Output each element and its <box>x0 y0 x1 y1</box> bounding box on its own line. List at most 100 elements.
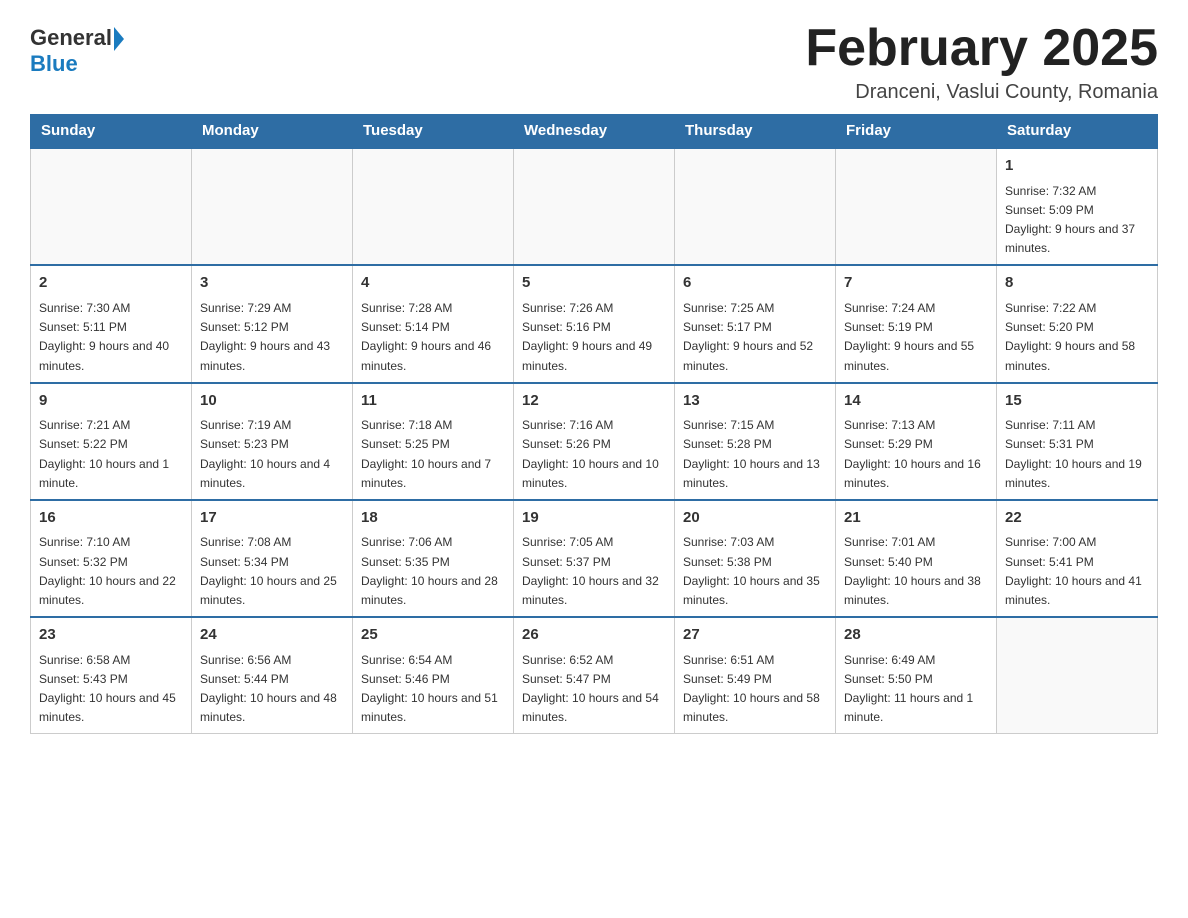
day-info: Sunrise: 7:26 AMSunset: 5:16 PMDaylight:… <box>522 299 666 376</box>
calendar-cell <box>192 148 353 265</box>
calendar-cell: 20 Sunrise: 7:03 AMSunset: 5:38 PMDayligh… <box>675 500 836 617</box>
day-info: Sunrise: 7:08 AMSunset: 5:34 PMDaylight:… <box>200 533 344 610</box>
title-block: February 2025 Dranceni, Vaslui County, R… <box>805 20 1158 104</box>
day-number: 27 <box>683 624 827 647</box>
calendar-cell: 18 Sunrise: 7:06 AMSunset: 5:35 PMDayligh… <box>353 500 514 617</box>
day-header-saturday: Saturday <box>997 114 1158 148</box>
day-number: 17 <box>200 507 344 530</box>
day-number: 4 <box>361 272 505 295</box>
day-info: Sunrise: 7:32 AMSunset: 5:09 PMDaylight:… <box>1005 182 1149 259</box>
logo: General Blue <box>30 20 124 77</box>
calendar-cell: 25 Sunrise: 6:54 AMSunset: 5:46 PMDayligh… <box>353 617 514 734</box>
calendar-cell: 8Sunrise: 7:22 AMSunset: 5:20 PMDaylight… <box>997 265 1158 382</box>
day-info: Sunrise: 7:18 AMSunset: 5:25 PMDaylight:… <box>361 416 505 493</box>
calendar-cell: 1 Sunrise: 7:32 AMSunset: 5:09 PMDaylight… <box>997 148 1158 265</box>
day-number: 16 <box>39 507 183 530</box>
day-number: 28 <box>844 624 988 647</box>
calendar-cell <box>353 148 514 265</box>
day-info: Sunrise: 7:00 AMSunset: 5:41 PMDaylight:… <box>1005 533 1149 610</box>
calendar-table: SundayMondayTuesdayWednesdayThursdayFrid… <box>30 114 1158 734</box>
calendar-cell: 11 Sunrise: 7:18 AMSunset: 5:25 PMDayligh… <box>353 383 514 500</box>
calendar-cell: 9Sunrise: 7:21 AMSunset: 5:22 PMDaylight… <box>31 383 192 500</box>
day-header-sunday: Sunday <box>31 114 192 148</box>
calendar-cell: 19Sunrise: 7:05 AMSunset: 5:37 PMDayligh… <box>514 500 675 617</box>
calendar-cell: 7Sunrise: 7:24 AMSunset: 5:19 PMDaylight… <box>836 265 997 382</box>
day-info: Sunrise: 7:03 AMSunset: 5:38 PMDaylight:… <box>683 533 827 610</box>
calendar-week-3: 9Sunrise: 7:21 AMSunset: 5:22 PMDaylight… <box>31 383 1158 500</box>
calendar-week-2: 2 Sunrise: 7:30 AMSunset: 5:11 PMDaylight… <box>31 265 1158 382</box>
day-header-tuesday: Tuesday <box>353 114 514 148</box>
day-number: 1 <box>1005 155 1149 178</box>
calendar-week-1: 1 Sunrise: 7:32 AMSunset: 5:09 PMDaylight… <box>31 148 1158 265</box>
calendar-cell <box>675 148 836 265</box>
day-number: 8 <box>1005 272 1149 295</box>
day-number: 10 <box>200 390 344 413</box>
calendar-cell <box>514 148 675 265</box>
day-info: Sunrise: 6:56 AMSunset: 5:44 PMDaylight:… <box>200 651 344 728</box>
calendar-cell: 21Sunrise: 7:01 AMSunset: 5:40 PMDayligh… <box>836 500 997 617</box>
logo-triangle-icon <box>114 27 124 51</box>
calendar-cell: 24 Sunrise: 6:56 AMSunset: 5:44 PMDayligh… <box>192 617 353 734</box>
day-number: 5 <box>522 272 666 295</box>
calendar-body: 1 Sunrise: 7:32 AMSunset: 5:09 PMDaylight… <box>31 148 1158 734</box>
calendar-week-5: 23 Sunrise: 6:58 AMSunset: 5:43 PMDayligh… <box>31 617 1158 734</box>
day-header-friday: Friday <box>836 114 997 148</box>
calendar-week-4: 16 Sunrise: 7:10 AMSunset: 5:32 PMDayligh… <box>31 500 1158 617</box>
calendar-cell: 26 Sunrise: 6:52 AMSunset: 5:47 PMDayligh… <box>514 617 675 734</box>
day-number: 14 <box>844 390 988 413</box>
day-number: 3 <box>200 272 344 295</box>
day-info: Sunrise: 7:11 AMSunset: 5:31 PMDaylight:… <box>1005 416 1149 493</box>
logo-general-text: General <box>30 25 112 51</box>
day-info: Sunrise: 7:29 AMSunset: 5:12 PMDaylight:… <box>200 299 344 376</box>
day-info: Sunrise: 7:16 AMSunset: 5:26 PMDaylight:… <box>522 416 666 493</box>
day-number: 26 <box>522 624 666 647</box>
day-header-thursday: Thursday <box>675 114 836 148</box>
month-title: February 2025 <box>805 20 1158 77</box>
calendar-cell: 23 Sunrise: 6:58 AMSunset: 5:43 PMDayligh… <box>31 617 192 734</box>
day-header-monday: Monday <box>192 114 353 148</box>
day-info: Sunrise: 7:13 AMSunset: 5:29 PMDaylight:… <box>844 416 988 493</box>
calendar-cell: 12 Sunrise: 7:16 AMSunset: 5:26 PMDayligh… <box>514 383 675 500</box>
day-info: Sunrise: 6:52 AMSunset: 5:47 PMDaylight:… <box>522 651 666 728</box>
day-number: 12 <box>522 390 666 413</box>
logo-blue-text: Blue <box>30 51 78 76</box>
day-info: Sunrise: 7:06 AMSunset: 5:35 PMDaylight:… <box>361 533 505 610</box>
calendar-cell: 28Sunrise: 6:49 AMSunset: 5:50 PMDayligh… <box>836 617 997 734</box>
day-info: Sunrise: 7:10 AMSunset: 5:32 PMDaylight:… <box>39 533 183 610</box>
calendar-cell: 15 Sunrise: 7:11 AMSunset: 5:31 PMDayligh… <box>997 383 1158 500</box>
day-header-wednesday: Wednesday <box>514 114 675 148</box>
calendar-cell: 4 Sunrise: 7:28 AMSunset: 5:14 PMDaylight… <box>353 265 514 382</box>
calendar-header: SundayMondayTuesdayWednesdayThursdayFrid… <box>31 114 1158 148</box>
day-headers-row: SundayMondayTuesdayWednesdayThursdayFrid… <box>31 114 1158 148</box>
calendar-cell: 13Sunrise: 7:15 AMSunset: 5:28 PMDayligh… <box>675 383 836 500</box>
day-info: Sunrise: 7:05 AMSunset: 5:37 PMDaylight:… <box>522 533 666 610</box>
calendar-cell: 5 Sunrise: 7:26 AMSunset: 5:16 PMDaylight… <box>514 265 675 382</box>
calendar-cell: 2 Sunrise: 7:30 AMSunset: 5:11 PMDaylight… <box>31 265 192 382</box>
calendar-cell: 16 Sunrise: 7:10 AMSunset: 5:32 PMDayligh… <box>31 500 192 617</box>
day-info: Sunrise: 7:28 AMSunset: 5:14 PMDaylight:… <box>361 299 505 376</box>
day-info: Sunrise: 7:30 AMSunset: 5:11 PMDaylight:… <box>39 299 183 376</box>
day-number: 23 <box>39 624 183 647</box>
day-info: Sunrise: 6:58 AMSunset: 5:43 PMDaylight:… <box>39 651 183 728</box>
day-info: Sunrise: 7:01 AMSunset: 5:40 PMDaylight:… <box>844 533 988 610</box>
day-number: 18 <box>361 507 505 530</box>
day-number: 20 <box>683 507 827 530</box>
calendar-cell: 27Sunrise: 6:51 AMSunset: 5:49 PMDayligh… <box>675 617 836 734</box>
day-number: 9 <box>39 390 183 413</box>
page-header: General Blue February 2025 Dranceni, Vas… <box>30 20 1158 104</box>
calendar-cell <box>31 148 192 265</box>
day-number: 2 <box>39 272 183 295</box>
day-number: 24 <box>200 624 344 647</box>
day-number: 15 <box>1005 390 1149 413</box>
calendar-cell: 6Sunrise: 7:25 AMSunset: 5:17 PMDaylight… <box>675 265 836 382</box>
calendar-cell <box>997 617 1158 734</box>
calendar-cell: 14 Sunrise: 7:13 AMSunset: 5:29 PMDayligh… <box>836 383 997 500</box>
day-number: 25 <box>361 624 505 647</box>
day-number: 11 <box>361 390 505 413</box>
day-info: Sunrise: 6:54 AMSunset: 5:46 PMDaylight:… <box>361 651 505 728</box>
calendar-cell: 10Sunrise: 7:19 AMSunset: 5:23 PMDayligh… <box>192 383 353 500</box>
day-info: Sunrise: 7:24 AMSunset: 5:19 PMDaylight:… <box>844 299 988 376</box>
day-number: 22 <box>1005 507 1149 530</box>
day-info: Sunrise: 7:25 AMSunset: 5:17 PMDaylight:… <box>683 299 827 376</box>
location-subtitle: Dranceni, Vaslui County, Romania <box>805 81 1158 104</box>
